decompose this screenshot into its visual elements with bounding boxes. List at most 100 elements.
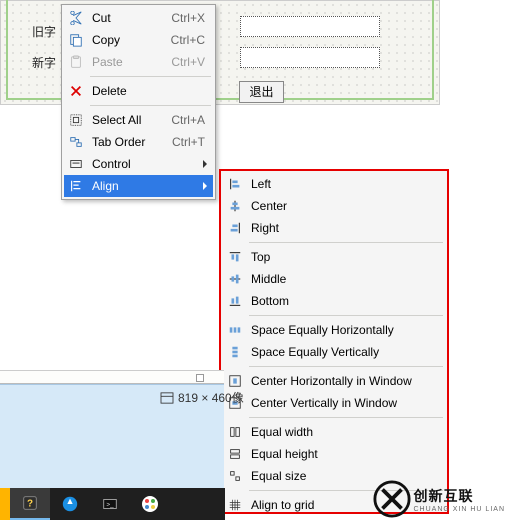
exit-button[interactable]: 退出 bbox=[239, 81, 284, 103]
old-text-input[interactable] bbox=[240, 16, 380, 37]
menu-delete[interactable]: Delete bbox=[64, 80, 213, 102]
space-vertically[interactable]: Space Equally Vertically bbox=[223, 341, 445, 363]
menu-shortcut: Ctrl+X bbox=[171, 11, 209, 25]
submenu-label: Left bbox=[245, 177, 441, 191]
space-v-icon bbox=[225, 344, 245, 360]
taskbar-app-3[interactable]: >_ bbox=[90, 488, 130, 520]
align-right-icon bbox=[225, 220, 245, 236]
brand-name-en: CHUANG XIN HU LIAN bbox=[413, 506, 505, 513]
menu-separator bbox=[90, 105, 211, 106]
resize-handle[interactable] bbox=[196, 374, 204, 382]
menu-control[interactable]: Control bbox=[64, 153, 213, 175]
menu-align[interactable]: Align bbox=[64, 175, 213, 197]
menu-shortcut: Ctrl+T bbox=[172, 135, 209, 149]
align-left-icon bbox=[225, 176, 245, 192]
brand-logo: 创新互联 CHUANG XIN HU LIAN bbox=[373, 480, 505, 518]
tab-order-icon bbox=[66, 134, 86, 150]
menu-select-all[interactable]: Select All Ctrl+A bbox=[64, 109, 213, 131]
taskbar: ? >_ bbox=[0, 488, 225, 520]
menu-label: Control bbox=[86, 157, 209, 171]
menu-cut[interactable]: Cut Ctrl+X bbox=[64, 7, 213, 29]
new-text-input[interactable] bbox=[240, 47, 380, 68]
align-middle-icon bbox=[225, 271, 245, 287]
equal-height-icon bbox=[225, 446, 245, 462]
submenu-label: Right bbox=[245, 221, 441, 235]
menu-separator bbox=[90, 76, 211, 77]
delete-x-icon bbox=[66, 83, 86, 99]
center-h-window[interactable]: Center Horizontally in Window bbox=[223, 370, 445, 392]
submenu-arrow-icon bbox=[203, 160, 207, 168]
menu-label: Align bbox=[86, 179, 209, 193]
dimensions-icon bbox=[160, 392, 174, 404]
align-submenu-highlight-border: Left Center Right Top Middle Bottom Spac… bbox=[219, 169, 449, 514]
equal-height[interactable]: Equal height bbox=[223, 443, 445, 465]
new-field-label: 新字 bbox=[32, 54, 56, 71]
menu-shortcut: Ctrl+V bbox=[171, 55, 209, 69]
dimensions-text: 819 × 460像 bbox=[178, 389, 244, 406]
equal-width[interactable]: Equal width bbox=[223, 421, 445, 443]
svg-text:?: ? bbox=[27, 499, 33, 510]
taskbar-separator bbox=[0, 488, 10, 520]
submenu-label: Space Equally Horizontally bbox=[245, 323, 441, 337]
menu-label: Delete bbox=[86, 84, 209, 98]
align-left[interactable]: Left bbox=[223, 173, 445, 195]
brand-logo-icon bbox=[373, 480, 411, 518]
space-horizontally[interactable]: Space Equally Horizontally bbox=[223, 319, 445, 341]
submenu-separator bbox=[249, 242, 443, 243]
menu-copy[interactable]: Copy Ctrl+C bbox=[64, 29, 213, 51]
menu-tab-order[interactable]: Tab Order Ctrl+T bbox=[64, 131, 213, 153]
old-field-label: 旧字 bbox=[32, 23, 56, 40]
new-field-row: 新字 bbox=[32, 54, 56, 71]
align-center-icon bbox=[225, 198, 245, 214]
control-icon bbox=[66, 156, 86, 172]
status-dimensions: 819 × 460像 bbox=[160, 389, 244, 406]
menu-label: Cut bbox=[86, 11, 171, 25]
taskbar-app-2[interactable] bbox=[50, 488, 90, 520]
submenu-label: Bottom bbox=[245, 294, 441, 308]
submenu-label: Equal height bbox=[245, 447, 441, 461]
align-top-icon bbox=[225, 249, 245, 265]
align-center[interactable]: Center bbox=[223, 195, 445, 217]
submenu-separator bbox=[249, 366, 443, 367]
taskbar-app-1[interactable]: ? bbox=[10, 488, 50, 520]
equal-width-icon bbox=[225, 424, 245, 440]
submenu-label: Middle bbox=[245, 272, 441, 286]
copy-icon bbox=[66, 32, 86, 48]
align-bottom-icon bbox=[225, 293, 245, 309]
align-middle[interactable]: Middle bbox=[223, 268, 445, 290]
menu-label: Paste bbox=[86, 55, 171, 69]
select-all-icon bbox=[66, 112, 86, 128]
menu-shortcut: Ctrl+C bbox=[171, 33, 209, 47]
space-h-icon bbox=[225, 322, 245, 338]
submenu-separator bbox=[249, 417, 443, 418]
align-icon bbox=[66, 178, 86, 194]
menu-label: Select All bbox=[86, 113, 171, 127]
brand-name-cn: 创新互联 bbox=[413, 486, 505, 506]
align-bottom[interactable]: Bottom bbox=[223, 290, 445, 312]
context-menu: Cut Ctrl+X Copy Ctrl+C Paste Ctrl+V Dele… bbox=[61, 4, 216, 200]
align-right[interactable]: Right bbox=[223, 217, 445, 239]
menu-shortcut: Ctrl+A bbox=[171, 113, 209, 127]
scissors-icon bbox=[66, 10, 86, 26]
center-v-window[interactable]: Center Vertically in Window bbox=[223, 392, 445, 414]
old-field-row: 旧字 bbox=[32, 23, 56, 40]
paste-icon bbox=[66, 54, 86, 70]
submenu-label: Top bbox=[245, 250, 441, 264]
submenu-label: Center Vertically in Window bbox=[245, 396, 441, 410]
submenu-label: Equal width bbox=[245, 425, 441, 439]
submenu-label: Space Equally Vertically bbox=[245, 345, 441, 359]
horizontal-ruler bbox=[0, 370, 224, 384]
align-grid-icon bbox=[225, 497, 245, 513]
menu-label: Copy bbox=[86, 33, 171, 47]
center-h-window-icon bbox=[225, 373, 245, 389]
menu-paste: Paste Ctrl+V bbox=[64, 51, 213, 73]
equal-size-icon bbox=[225, 468, 245, 484]
svg-text:>_: >_ bbox=[106, 502, 114, 509]
align-top[interactable]: Top bbox=[223, 246, 445, 268]
menu-label: Tab Order bbox=[86, 135, 172, 149]
align-submenu: Left Center Right Top Middle Bottom Spac… bbox=[221, 171, 447, 512]
exit-button-label: 退出 bbox=[249, 85, 273, 99]
taskbar-app-4[interactable] bbox=[130, 488, 170, 520]
submenu-arrow-icon bbox=[203, 182, 207, 190]
submenu-label: Center bbox=[245, 199, 441, 213]
